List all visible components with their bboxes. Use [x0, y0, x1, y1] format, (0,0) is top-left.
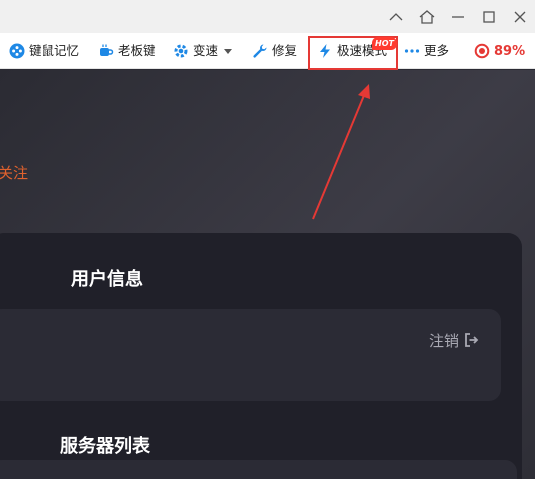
logout-button[interactable]: 注销 [429, 330, 479, 350]
server-list-card [0, 460, 517, 479]
toolbar-item-label: 更多 [424, 43, 450, 58]
logout-label: 注销 [429, 331, 460, 350]
more-dots-icon [404, 43, 420, 59]
home-icon [419, 9, 434, 24]
minimize-icon [451, 15, 464, 18]
battery-ring-icon [474, 43, 490, 59]
speed-gear-icon [173, 43, 189, 59]
toolbar-item-repair[interactable]: 修复 [252, 33, 297, 69]
toolbar-item-speed-change[interactable]: 变速 [173, 33, 233, 69]
collapse-button[interactable] [380, 0, 411, 33]
logout-icon [465, 333, 479, 347]
server-list-title: 服务器列表 [60, 436, 150, 457]
toolbar-item-label: 老板键 [118, 43, 156, 58]
coffee-cup-icon [98, 43, 114, 59]
toolbar-item-label: 变速 [193, 43, 219, 58]
window-controls [380, 0, 535, 33]
close-icon [514, 11, 525, 22]
toolbar-item-label: 修复 [272, 43, 298, 58]
toolbar-item-label: 键鼠记忆 [29, 43, 80, 58]
chevron-up-icon [389, 12, 402, 20]
close-button[interactable] [504, 0, 535, 33]
title-bar [0, 0, 535, 33]
follow-link[interactable]: 关注 [0, 162, 28, 183]
minimize-button[interactable] [442, 0, 473, 33]
chevron-down-icon[interactable] [224, 48, 233, 54]
hot-badge: HOT [372, 37, 397, 50]
toolbar-item-key-mouse-memory[interactable]: 键鼠记忆 [9, 33, 79, 69]
main-content: 关注 用户信息 注销 服务器列表 [0, 70, 535, 479]
wrench-icon [252, 43, 268, 59]
toolbar-item-more[interactable]: 更多 [404, 33, 449, 69]
gamepad-icon [9, 43, 25, 59]
maximize-button[interactable] [473, 0, 504, 33]
user-info-card [0, 309, 501, 401]
user-info-title: 用户信息 [71, 269, 143, 290]
battery-indicator[interactable]: 89% [474, 33, 525, 69]
lightning-icon [317, 43, 333, 59]
home-button[interactable] [411, 0, 442, 33]
battery-percentage: 89% [494, 43, 526, 59]
maximize-icon [482, 10, 495, 23]
toolbar: 键鼠记忆 老板键 变速 修复 极速模式 更多 89% [0, 33, 535, 69]
toolbar-item-boss-key[interactable]: 老板键 [98, 33, 156, 69]
